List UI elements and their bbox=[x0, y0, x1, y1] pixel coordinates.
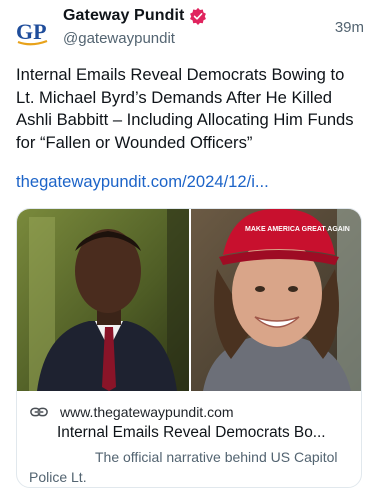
card-title[interactable]: Internal Emails Reveal Democrats Bo... bbox=[57, 424, 357, 442]
card-description: The official narrative behind US Capitol… bbox=[29, 449, 338, 485]
news-photo-collage: MAKE AMERICA GREAT AGAIN bbox=[17, 209, 361, 391]
verified-badge-icon bbox=[190, 7, 207, 25]
hat-text: MAKE AMERICA GREAT AGAIN bbox=[245, 226, 350, 233]
svg-text:GP: GP bbox=[16, 19, 47, 44]
author-name-row: Gateway Pundit bbox=[63, 7, 207, 25]
gp-logo-icon: GP bbox=[16, 19, 48, 46]
card-meta: www.thegatewaypundit.com Internal Emails… bbox=[17, 391, 361, 487]
post-link[interactable]: thegatewaypundit.com/2024/12/i... bbox=[16, 172, 269, 192]
link-preview-card[interactable]: MAKE AMERICA GREAT AGAIN www.thegatewayp… bbox=[16, 208, 362, 488]
card-domain-row: www.thegatewaypundit.com bbox=[30, 404, 234, 420]
avatar[interactable]: GP bbox=[14, 13, 50, 49]
author-display-name[interactable]: Gateway Pundit bbox=[63, 7, 184, 25]
link-chain-icon bbox=[30, 407, 48, 417]
post-timestamp[interactable]: 39m bbox=[335, 19, 364, 36]
post-text: Internal Emails Reveal Democrats Bowing … bbox=[16, 65, 354, 152]
card-domain: www.thegatewaypundit.com bbox=[60, 404, 234, 420]
card-image[interactable]: MAKE AMERICA GREAT AGAIN bbox=[17, 209, 361, 391]
author-handle[interactable]: @gatewaypundit bbox=[63, 30, 175, 47]
post-header: GP Gateway Pundit @gatewaypundit 39m bbox=[0, 0, 378, 60]
